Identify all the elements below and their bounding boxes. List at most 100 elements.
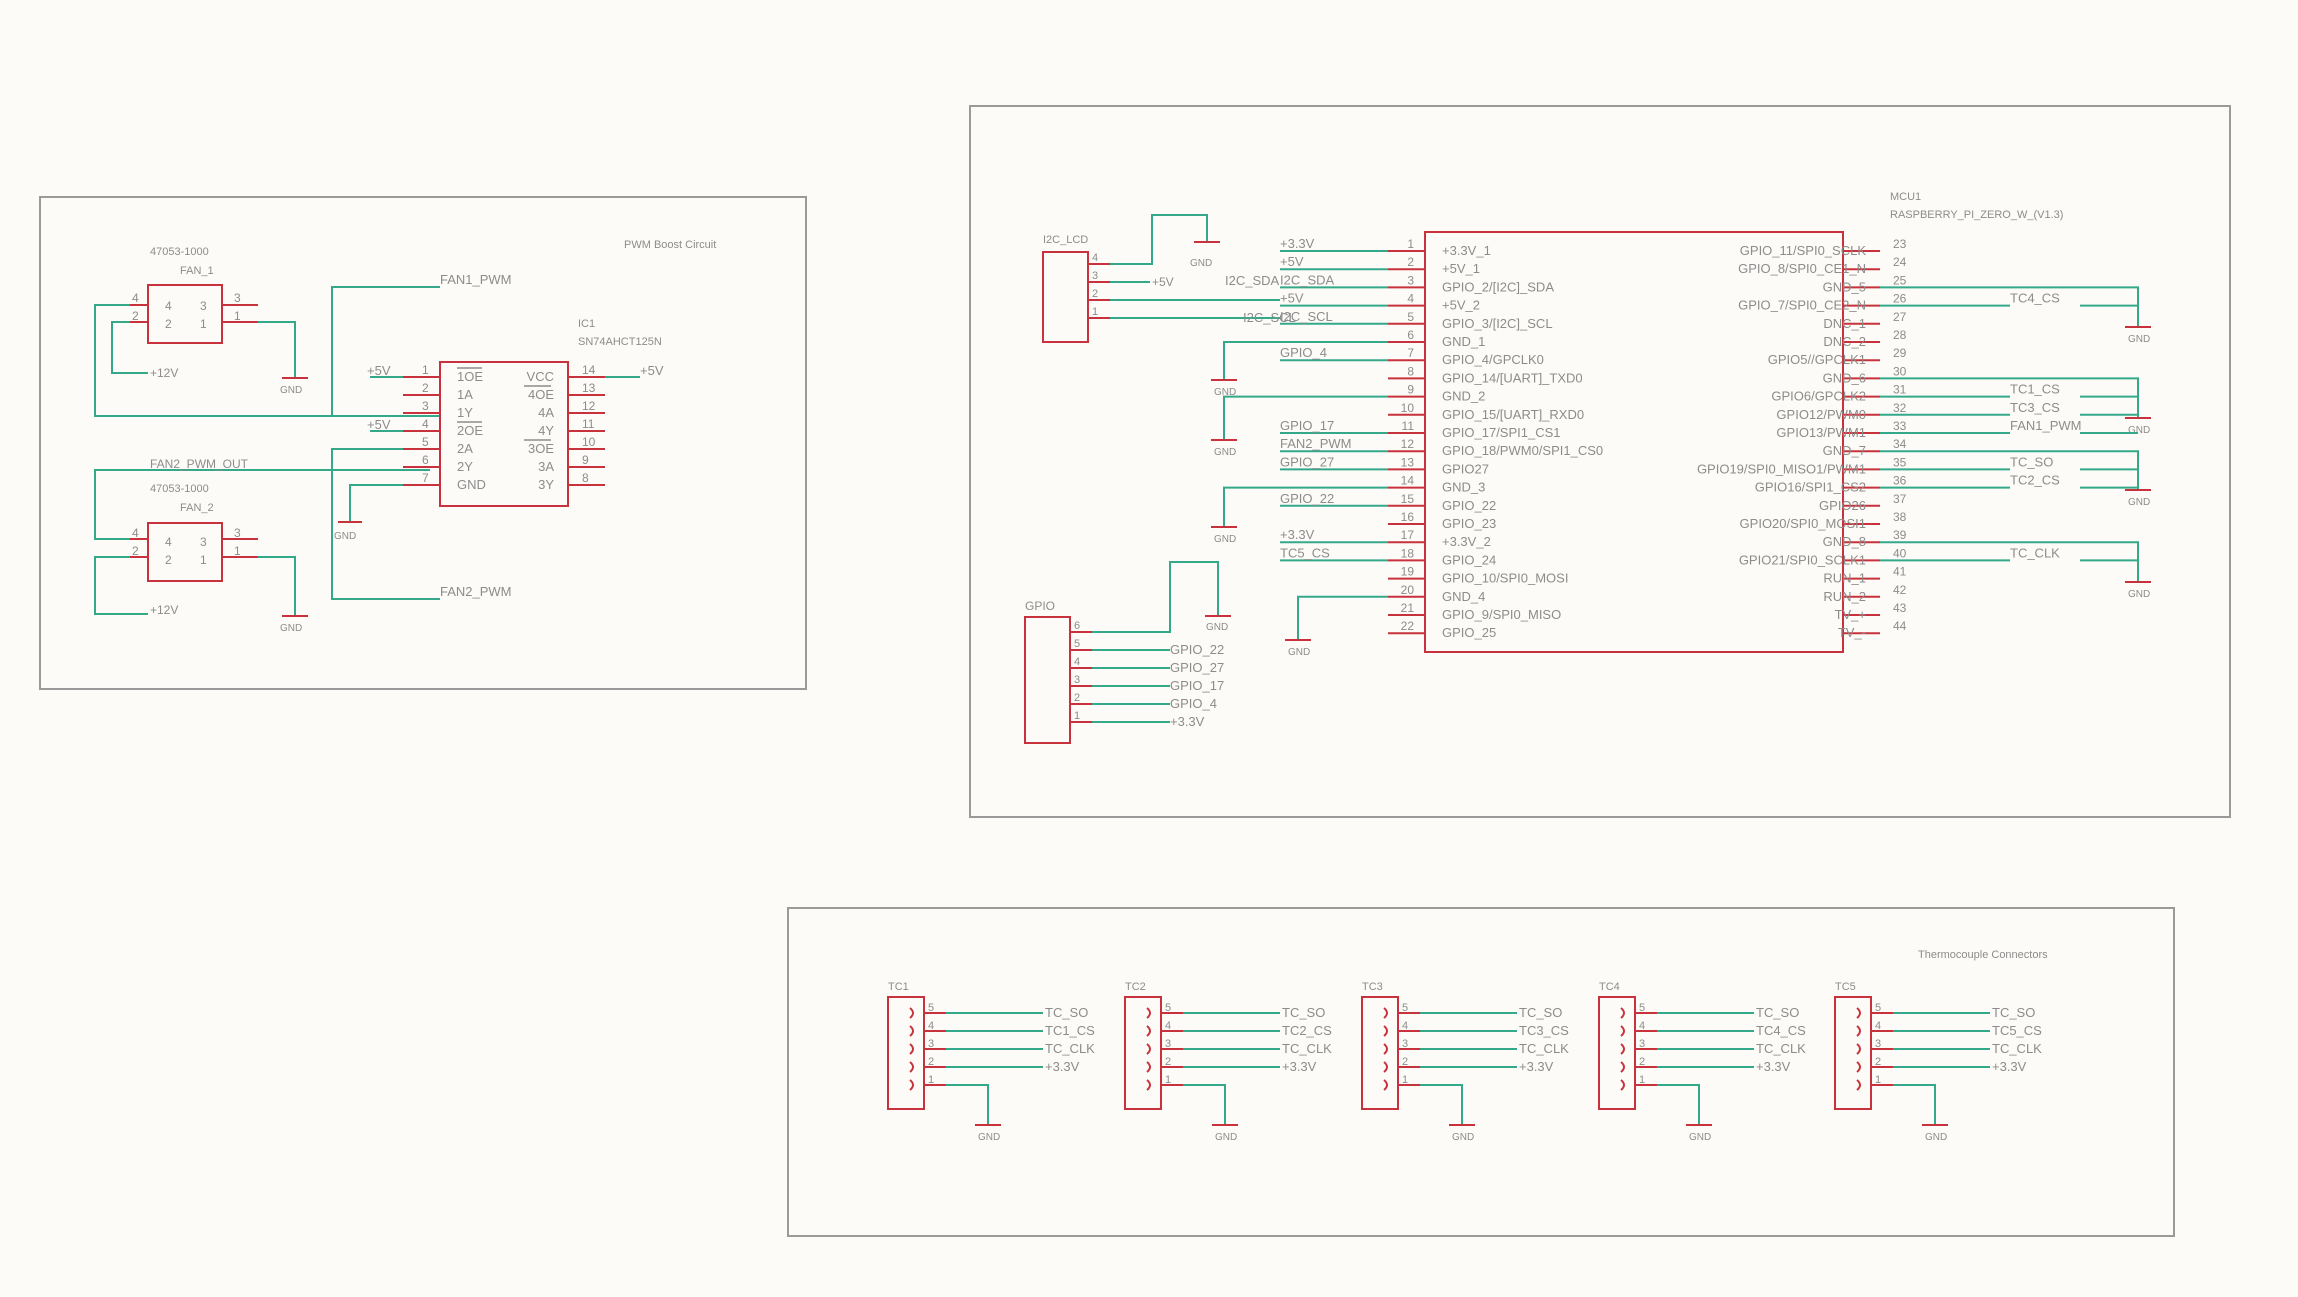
mcu-right-pin-num: 44 [1893, 619, 1907, 633]
mcu-right-pin-name: GPIO_11/SPI0_SCLK [1740, 243, 1867, 258]
ic1-right-pin-name: 4A [538, 405, 554, 420]
gpio-header-pin-num: 5 [1074, 638, 1080, 650]
tc-pin-num: 3 [1165, 1038, 1171, 1050]
mcu-left-pin-num: 13 [1401, 455, 1415, 469]
tc-pin-num: 3 [928, 1038, 934, 1050]
thermocouple-tc1[interactable]: TC1 5 TC_SO 4 TC1_CS 3 TC_CLK 2 +3.3V 1 GND [887, 981, 1095, 1143]
tc-body [1124, 996, 1162, 1110]
fan2-pwm-out-label: FAN2_PWM_OUT [150, 457, 249, 471]
mcu-left-pin-name: GND_2 [1442, 389, 1485, 404]
tc-pin-num: 5 [928, 1002, 934, 1014]
mcu-left-pin-num: 5 [1407, 310, 1414, 324]
ic1-right-pin-num: 14 [582, 363, 596, 377]
tc-gnd-label: GND [978, 1132, 1000, 1143]
thermocouple-tc2[interactable]: TC2 5 TC_SO 4 TC2_CS 3 TC_CLK 2 +3.3V 1 GND [1124, 981, 1332, 1143]
tc-pin-num: 1 [1639, 1074, 1645, 1086]
mcu-left-gnd-2-label: GND [1214, 534, 1236, 545]
tc-ref: TC1 [888, 981, 909, 993]
tc-pin-arc [1146, 1007, 1151, 1019]
tc-pin-num: 4 [1875, 1020, 1881, 1032]
i2c-lcd-pin-num: 3 [1092, 270, 1098, 282]
mcu-right-pin-name: GPIO6/GPCLK2 [1771, 389, 1866, 404]
ic1-right-pin-name: 3A [538, 459, 554, 474]
ic1-right-pin-num: 13 [582, 381, 596, 395]
mcu-right-gnd-2-label: GND [2128, 497, 2150, 508]
tc-net-label: TC5_CS [1992, 1023, 2042, 1038]
tc-pin-num: 4 [1165, 1020, 1171, 1032]
gpio-header-connector[interactable] [1024, 616, 1071, 744]
mcu-left-gnd-wire-3 [1297, 595, 1388, 640]
mcu-right-pin-name: GPIO_8/SPI0_CE1_N [1738, 261, 1866, 276]
mcu-right-net-label: TC2_CS [2010, 473, 2060, 488]
mcu-right-pin-name: GPIO16/SPI1_CS2 [1755, 480, 1866, 495]
gpio-header-pin-num: 6 [1074, 620, 1080, 632]
thermocouple-tc5[interactable]: TC5 5 TC_SO 4 TC5_CS 3 TC_CLK 2 +3.3V 1 GND [1834, 981, 2042, 1143]
mcu-right-net-label: TC_CLK [2010, 545, 2060, 560]
tc-body [887, 996, 925, 1110]
fan-2-ref: FAN_2 [180, 502, 214, 514]
tc-gnd-label: GND [1452, 1132, 1474, 1143]
mcu-body[interactable] [1424, 231, 1844, 653]
mcu-right-pin-num: 41 [1893, 565, 1907, 579]
mcu-left-pin-num: 17 [1401, 528, 1415, 542]
tc-net-label: TC_SO [1045, 1005, 1088, 1020]
mcu-left-pin-name: GND_1 [1442, 334, 1485, 349]
tc-net-label: +3.3V [1756, 1059, 1791, 1074]
mcu-right-pin-num: 36 [1893, 474, 1907, 488]
ic1-left-pin-num: 7 [422, 471, 429, 485]
mcu-right-pin-name: GPIO19/SPI0_MISO1/PWM1 [1697, 461, 1866, 476]
mcu-left-pin-name: GPIO_25 [1442, 625, 1496, 640]
tc-body [1834, 996, 1872, 1110]
fan-1-pin-l1: 4 [132, 291, 139, 305]
ic1-part: SN74AHCT125N [578, 336, 662, 348]
tc-pin-arc [1856, 1079, 1861, 1091]
tc-pin-num: 3 [1875, 1038, 1881, 1050]
fan-2-body-1: 1 [200, 553, 207, 567]
tc-body [1598, 996, 1636, 1110]
tc-net-label: TC_CLK [1282, 1041, 1332, 1056]
mcu-left-pin-num: 3 [1407, 273, 1414, 287]
ic1-right-pin-num: 12 [582, 399, 596, 413]
tc-pin-arc [1146, 1061, 1151, 1073]
tc-pin-arc [909, 1061, 914, 1073]
tc-pin-arc [1620, 1079, 1625, 1091]
i2c-5v-label: +5V [1152, 275, 1174, 289]
mcu-right-pin-name: GND_6 [1823, 370, 1866, 385]
mcu-left-pin-name: GPIO_18/PWM0/SPI1_CS0 [1442, 443, 1603, 458]
mcu-right-pin-name: GPIO13/PWM1 [1776, 425, 1866, 440]
mcu-right-pin-num: 23 [1893, 237, 1907, 251]
i2c-lcd-connector[interactable] [1042, 251, 1089, 343]
mcu-left-net-label: GPIO_4 [1280, 345, 1327, 360]
fan1-pwm-label: FAN1_PWM [440, 272, 512, 287]
tc-pin-num: 4 [1402, 1020, 1408, 1032]
tc-net-label: TC_CLK [1045, 1041, 1095, 1056]
gpio-header-pin-num: 4 [1074, 656, 1080, 668]
ic1-left-pin-name: 2A [457, 441, 473, 456]
tc-pin-arc [1383, 1025, 1388, 1037]
i2c-sda-label: I2C_SDA [1225, 273, 1280, 288]
ic1-left-pin-num: 3 [422, 399, 429, 413]
thermocouple-tc4[interactable]: TC4 5 TC_SO 4 TC4_CS 3 TC_CLK 2 +3.3V 1 GND [1598, 981, 1806, 1143]
ic1-left-pin-name: 1OE [457, 369, 483, 384]
thermocouple-tc3[interactable]: TC3 5 TC_SO 4 TC3_CS 3 TC_CLK 2 +3.3V 1 GND [1361, 981, 1569, 1143]
mcu-left-pin-num: 12 [1401, 437, 1415, 451]
mcu-left-pin-num: 14 [1401, 474, 1415, 488]
mcu-left-pin-name: GPIO27 [1442, 461, 1489, 476]
pwm-frame-title: PWM Boost Circuit [624, 239, 716, 251]
mcu-right-pin-name: GND_5 [1823, 279, 1866, 294]
mcu-right-pin-num: 43 [1893, 601, 1907, 615]
mcu-right-pin-name: GPIO12/PWM0 [1776, 407, 1866, 422]
tc-pin-num: 5 [1402, 1002, 1408, 1014]
fan-2-connector[interactable]: 47053-1000 FAN_2 4 2 3 1 4 3 2 1 [130, 483, 258, 582]
mcu-right-pin-num: 26 [1893, 292, 1907, 306]
ic1-right-pin-name: 4OE [528, 387, 554, 402]
i2c-lcd-pin-num: 2 [1092, 288, 1098, 300]
mcu-left-net-label: +5V [1280, 291, 1304, 306]
tc-pin-arc [1146, 1025, 1151, 1037]
tc-pin-arc [1856, 1025, 1861, 1037]
fan-1-connector[interactable]: 47053-1000 FAN_1 4 2 3 1 4 3 2 1 [130, 246, 258, 344]
tc-pin-arc [909, 1043, 914, 1055]
mcu-left-pin-num: 1 [1407, 237, 1414, 251]
mcu-right-pin-name: DNC_2 [1823, 334, 1866, 349]
mcu-left-pin-name: GPIO_2/[I2C]_SDA [1442, 279, 1554, 294]
